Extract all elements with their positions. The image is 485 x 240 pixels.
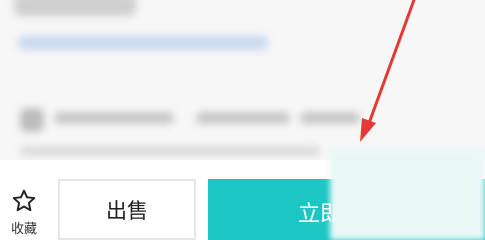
annotation-arrow-icon	[360, 0, 416, 142]
